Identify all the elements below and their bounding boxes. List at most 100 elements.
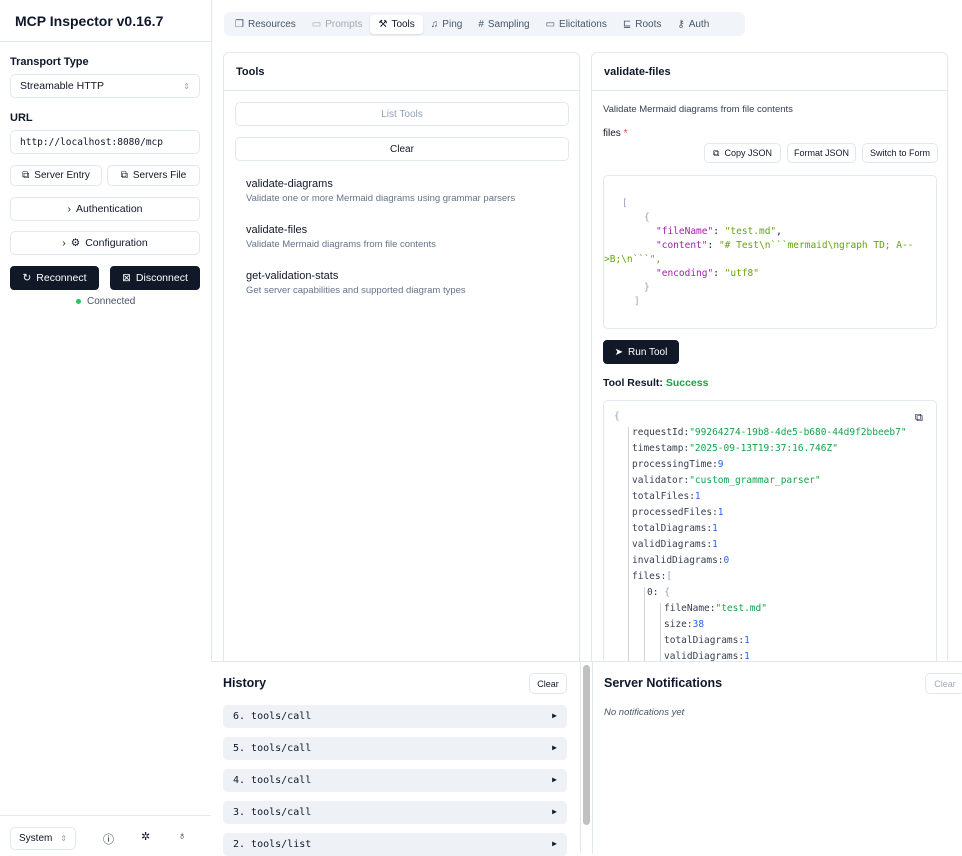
configuration-button[interactable]: › ⚙ Configuration: [10, 231, 200, 255]
result-value: 1: [717, 507, 724, 518]
copy-icon[interactable]: ⧉: [915, 411, 923, 425]
authentication-button[interactable]: › Authentication: [10, 197, 200, 221]
result-key: validator:: [632, 475, 690, 486]
history-item[interactable]: 4. tools/call ▶: [223, 769, 567, 792]
scrollbar-thumb[interactable]: [583, 665, 590, 825]
result-value: 0: [723, 555, 730, 566]
history-item[interactable]: 5. tools/call ▶: [223, 737, 567, 760]
tab-elicitations[interactable]: ▭ Elicitations: [538, 15, 615, 34]
help-icon[interactable]: ⓘ: [103, 831, 114, 847]
tab-auth[interactable]: ⚷ Auth: [669, 15, 717, 34]
tab-prompts[interactable]: ▭ Prompts: [304, 15, 371, 34]
url-input[interactable]: http://localhost:8080/mcp: [10, 130, 200, 154]
tab-resources[interactable]: ❐ Resources: [227, 15, 304, 34]
param-label: files *: [603, 128, 627, 139]
json-value: "utf8": [724, 268, 759, 279]
tool-detail-desc: Validate Mermaid diagrams from file cont…: [603, 104, 793, 115]
result-key: invalidDiagrams:: [632, 555, 724, 566]
chevron-updown-icon: ⇕: [60, 834, 67, 843]
tool-item[interactable]: validate-files Validate Mermaid diagrams …: [246, 224, 436, 250]
result-label: Tool Result:: [603, 377, 663, 389]
result-value: 1: [744, 635, 750, 646]
history-item-label: 6. tools/call: [233, 711, 312, 722]
history-item-label: 2. tools/list: [233, 839, 312, 850]
tab-label: Roots: [635, 18, 662, 30]
history-item-label: 4. tools/call: [233, 775, 312, 786]
json-value: >B;\n```": [604, 254, 656, 265]
json-brace: {: [644, 212, 650, 223]
copy-icon: ⧉: [120, 170, 128, 181]
history-item[interactable]: 2. tools/list ▶: [223, 833, 567, 856]
json-input-editor[interactable]: [ { "fileName": "test.md", "content": "#…: [603, 175, 937, 329]
result-value: 9: [717, 459, 724, 470]
url-label: URL: [10, 112, 33, 124]
result-line: size:38: [664, 619, 704, 630]
tools-panel: Tools List Tools Clear validate-diagrams…: [223, 52, 580, 692]
result-line: timestamp:"2025-09-13T19:37:16.746Z": [632, 443, 838, 454]
scrollbar[interactable]: [580, 661, 593, 854]
server-entry-label: Server Entry: [34, 170, 90, 181]
copy-json-button[interactable]: ⧉ Copy JSON: [704, 143, 781, 163]
result-value: 1: [712, 539, 718, 550]
tool-result-heading: Tool Result: Success: [603, 377, 708, 389]
tab-sampling[interactable]: # Sampling: [470, 15, 537, 34]
copy-icon: ⧉: [713, 147, 720, 158]
expand-arrow-icon: ▶: [552, 839, 557, 848]
run-tool-button[interactable]: ➤ Run Tool: [603, 340, 679, 364]
json-line: "fileName": "test.md",: [656, 226, 782, 237]
chevron-right-icon: ›: [62, 237, 66, 249]
tool-item[interactable]: get-validation-stats Get server capabilit…: [246, 270, 466, 296]
theme-select[interactable]: System ⇕: [10, 827, 76, 850]
message-icon: ▭: [545, 18, 556, 30]
list-tools-button[interactable]: List Tools: [235, 102, 569, 126]
result-value: "99264274-19b8-4de5-b680-44d9f2bbeeb7": [689, 427, 907, 438]
tool-name: validate-files: [246, 224, 308, 236]
tab-label: Prompts: [325, 18, 363, 30]
result-line: processedFiles:1: [632, 507, 724, 518]
reconnect-button[interactable]: ↻ Reconnect: [10, 266, 99, 290]
tab-roots[interactable]: ⊑ Roots: [615, 15, 670, 34]
expand-arrow-icon: ▶: [552, 775, 557, 784]
tool-item[interactable]: validate-diagrams Validate one or more Me…: [246, 178, 515, 204]
servers-file-button[interactable]: ⧉ Servers File: [107, 165, 200, 186]
notifications-title: Server Notifications: [604, 676, 723, 690]
result-key: requestId:: [632, 427, 690, 438]
tab-label: Tools: [391, 18, 415, 30]
indent-guide: [628, 427, 629, 691]
result-line: processingTime:9: [632, 459, 724, 470]
result-status: Success: [665, 377, 709, 389]
history-item[interactable]: 3. tools/call ▶: [223, 801, 567, 824]
expand-arrow-icon: ▶: [552, 807, 557, 816]
result-key: files:: [632, 571, 667, 582]
switch-to-form-button[interactable]: Switch to Form: [862, 143, 938, 163]
result-value: "test.md": [715, 603, 767, 614]
connection-status: Connected: [76, 296, 135, 307]
bug-icon[interactable]: ✲: [141, 830, 150, 843]
result-key: timestamp:: [632, 443, 690, 454]
format-json-button[interactable]: Format JSON: [787, 143, 856, 163]
disconnect-button[interactable]: ⊠ Disconnect: [110, 266, 200, 290]
clear-history-button[interactable]: Clear: [529, 673, 567, 694]
clear-notifications-button[interactable]: Clear: [925, 673, 962, 694]
result-key: processedFiles:: [632, 507, 718, 518]
tab-label: Ping: [442, 18, 463, 30]
result-value: 1: [694, 491, 701, 502]
json-line: >B;\n```",: [604, 254, 662, 265]
tab-bar: ❐ Resources ▭ Prompts ⚒ Tools ♫ Ping # Sampli…: [224, 12, 745, 36]
github-icon[interactable]: ♁: [178, 830, 186, 842]
transport-select[interactable]: Streamable HTTP ⇕: [10, 74, 200, 98]
required-marker: *: [623, 128, 628, 139]
tool-detail-title: validate-files: [592, 53, 947, 91]
clear-tools-button[interactable]: Clear: [235, 137, 569, 161]
json-line: "content": "# Test\n```mermaid\ngraph TD…: [656, 240, 914, 251]
copy-icon: ⧉: [22, 170, 30, 181]
result-key: fileName:: [664, 603, 716, 614]
tab-ping[interactable]: ♫ Ping: [423, 15, 471, 34]
folder-tree-icon: ⊑: [622, 18, 632, 30]
files-icon: ❐: [235, 18, 244, 30]
json-bracket: [: [622, 198, 628, 209]
chevron-updown-icon: ⇕: [183, 81, 190, 91]
tab-tools[interactable]: ⚒ Tools: [370, 14, 423, 34]
server-entry-button[interactable]: ⧉ Server Entry: [10, 165, 102, 186]
history-item[interactable]: 6. tools/call ▶: [223, 705, 567, 728]
